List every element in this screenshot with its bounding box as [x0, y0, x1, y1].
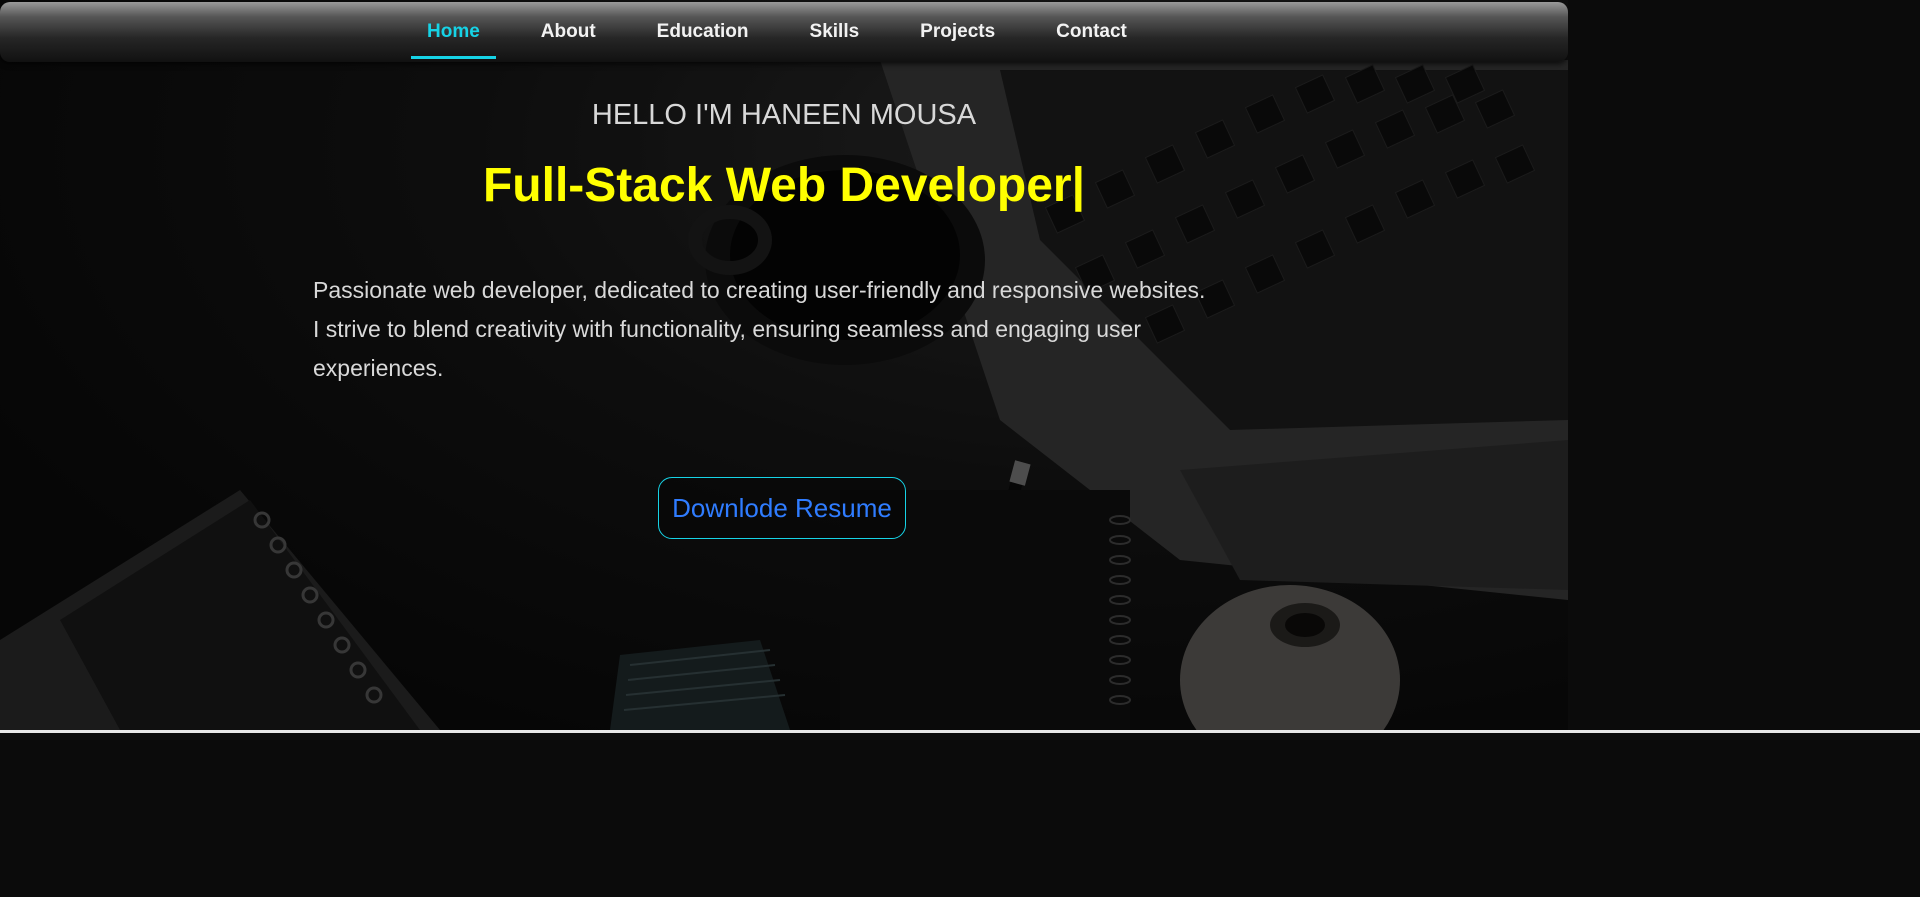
hero-bio: Passionate web developer, dedicated to c… [313, 277, 1206, 381]
nav-item-projects[interactable]: Projects [904, 2, 1011, 62]
nav-item-skills[interactable]: Skills [794, 2, 876, 62]
nav-menu: Home About Education Skills Projects Con… [411, 2, 1172, 62]
hero-greeting: HELLO I'M HANEEN MOUSA [591, 99, 977, 131]
hero-role-title: Full-Stack Web Developer| [482, 159, 1086, 212]
download-resume-button[interactable]: Downlode Resume [658, 477, 906, 539]
nav-item-contact[interactable]: Contact [1040, 2, 1143, 62]
nav-item-about[interactable]: About [525, 2, 612, 62]
nav-item-home[interactable]: Home [411, 2, 496, 62]
nav-item-education[interactable]: Education [641, 2, 765, 62]
page-bottom-edge [0, 730, 1920, 733]
hero-section: Home About Education Skills Projects Con… [0, 0, 1568, 730]
navbar: Home About Education Skills Projects Con… [0, 2, 1568, 62]
